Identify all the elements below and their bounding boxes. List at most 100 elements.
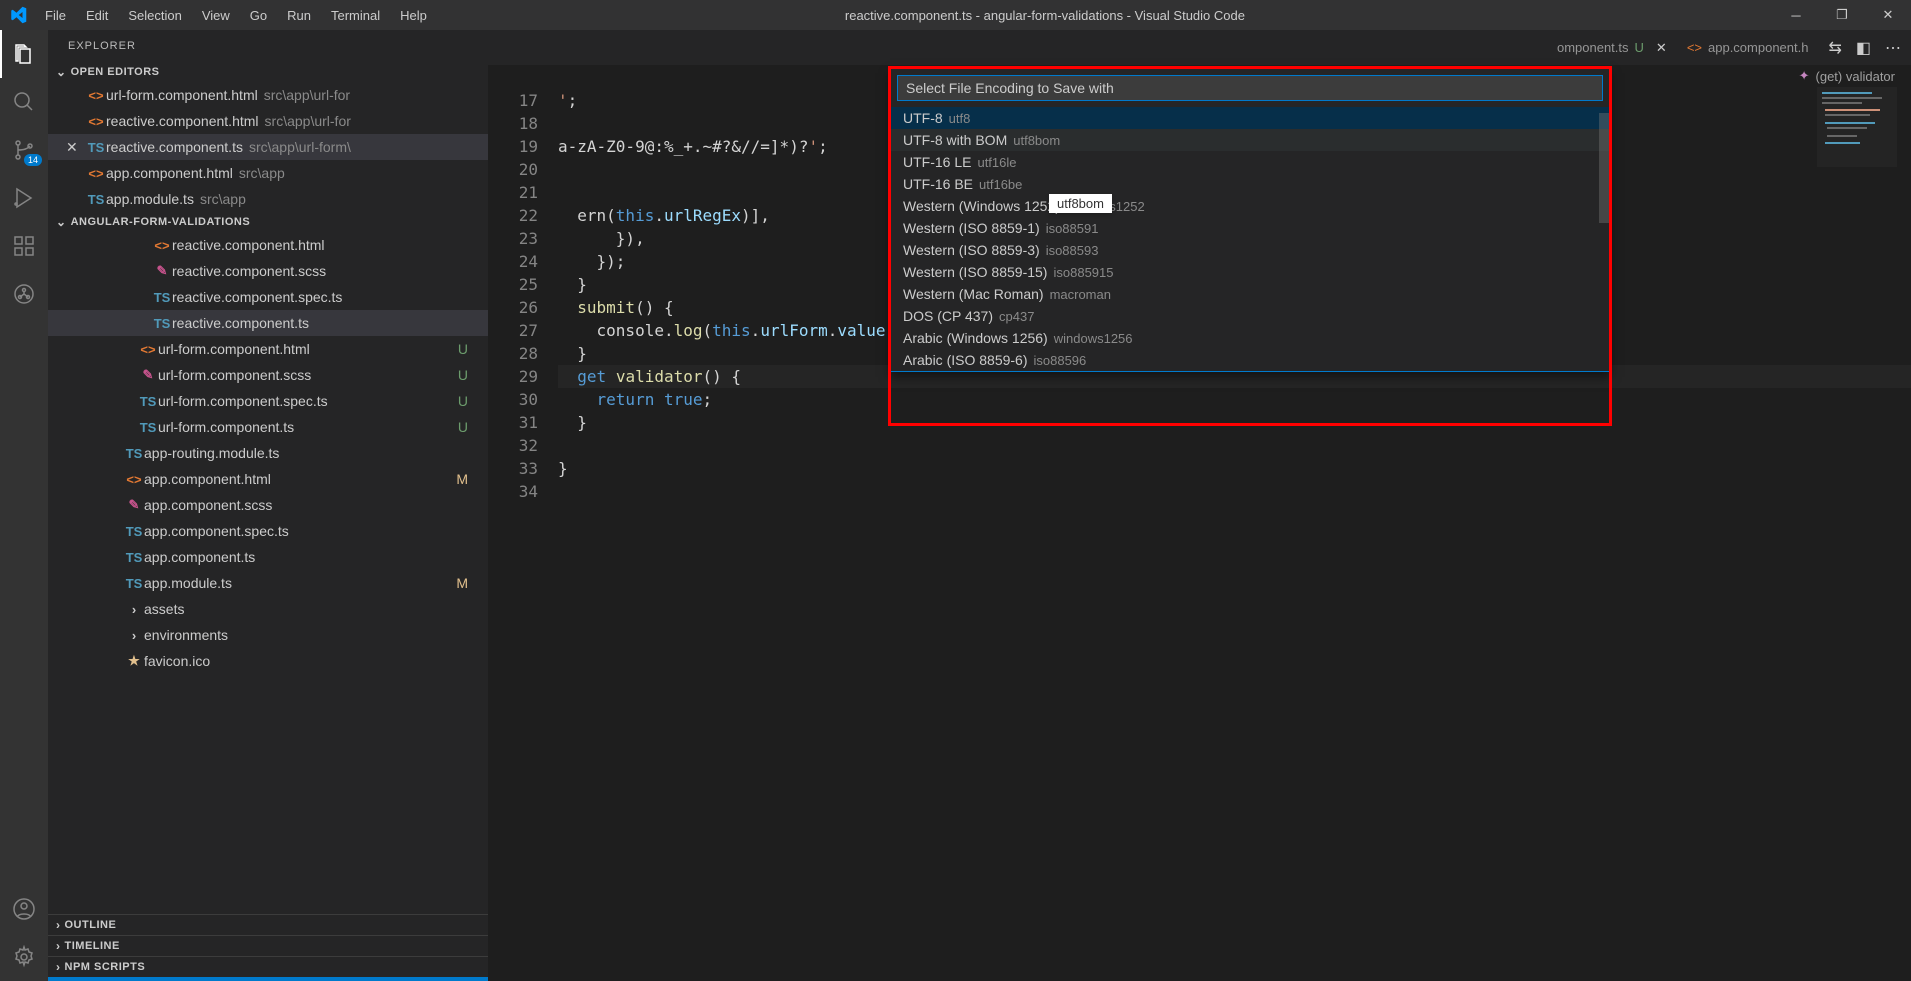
file-tree-item[interactable]: TSreactive.component.spec.ts bbox=[48, 284, 488, 310]
open-editor-item[interactable]: <>reactive.component.htmlsrc\app\url-for bbox=[48, 108, 488, 134]
settings-icon[interactable] bbox=[0, 933, 48, 981]
file-tree-item[interactable]: ✎app.component.scss bbox=[48, 492, 488, 518]
explorer-icon[interactable] bbox=[0, 30, 48, 78]
symbol-icon: ✦ bbox=[1799, 68, 1810, 84]
git-graph-icon[interactable] bbox=[0, 270, 48, 318]
file-tree-item[interactable]: TSurl-form.component.tsU bbox=[48, 414, 488, 440]
menu-view[interactable]: View bbox=[192, 0, 240, 30]
file-tree-item[interactable]: <>url-form.component.htmlU bbox=[48, 336, 488, 362]
file-name: url-form.component.html bbox=[106, 87, 258, 103]
menu-file[interactable]: File bbox=[35, 0, 76, 30]
close-icon[interactable]: ✕ bbox=[66, 139, 78, 156]
file-name: app.module.ts bbox=[144, 575, 232, 591]
code-line[interactable]: } bbox=[558, 411, 1911, 434]
menu-terminal[interactable]: Terminal bbox=[321, 0, 390, 30]
file-tree-item[interactable]: TSapp.component.ts bbox=[48, 544, 488, 570]
encoding-option[interactable]: UTF-16 BEutf16be bbox=[891, 173, 1609, 195]
code-line[interactable] bbox=[558, 480, 1911, 503]
menu-selection[interactable]: Selection bbox=[118, 0, 191, 30]
file-name: reactive.component.spec.ts bbox=[172, 289, 342, 305]
open-editor-item[interactable]: <>app.component.htmlsrc\app bbox=[48, 160, 488, 186]
code-line[interactable]: } bbox=[558, 457, 1911, 480]
close-icon[interactable]: ✕ bbox=[1656, 40, 1667, 56]
menu-help[interactable]: Help bbox=[390, 0, 437, 30]
open-editor-item[interactable]: <>url-form.component.htmlsrc\app\url-for bbox=[48, 82, 488, 108]
quick-pick-input[interactable]: Select File Encoding to Save with bbox=[897, 75, 1603, 101]
open-editor-item[interactable]: ✕TSreactive.component.tssrc\app\url-form… bbox=[48, 134, 488, 160]
encoding-option[interactable]: Western (ISO 8859-3)iso88593 bbox=[891, 239, 1609, 261]
code-line[interactable]: return true; bbox=[558, 388, 1911, 411]
encoding-label: DOS (CP 437) bbox=[903, 308, 993, 324]
file-tree-item[interactable]: <>app.component.htmlM bbox=[48, 466, 488, 492]
file-tree-item[interactable]: ✎url-form.component.scssU bbox=[48, 362, 488, 388]
encoding-label: UTF-8 bbox=[903, 110, 943, 126]
file-tree-item[interactable]: TSapp.module.tsM bbox=[48, 570, 488, 596]
file-tree-item[interactable]: TSurl-form.component.spec.tsU bbox=[48, 388, 488, 414]
minimize-icon[interactable]: ─ bbox=[1773, 0, 1819, 30]
encoding-option[interactable]: UTF-16 LEutf16le bbox=[891, 151, 1609, 173]
encoding-option[interactable]: Arabic (ISO 8859-6)iso88596 bbox=[891, 349, 1609, 371]
accounts-icon[interactable] bbox=[0, 885, 48, 933]
more-actions-icon[interactable]: ⋯ bbox=[1885, 38, 1901, 58]
project-header[interactable]: ⌄ ANGULAR-FORM-VALIDATIONS bbox=[48, 212, 488, 232]
file-icon: TS bbox=[86, 140, 106, 155]
encoding-desc: iso88593 bbox=[1046, 243, 1099, 258]
file-tree-item[interactable]: ✎reactive.component.scss bbox=[48, 258, 488, 284]
encoding-option[interactable]: UTF-8utf8 bbox=[891, 107, 1609, 129]
encoding-option[interactable]: Western (ISO 8859-15)iso885915 bbox=[891, 261, 1609, 283]
open-editors-header[interactable]: ⌄ OPEN EDITORS bbox=[48, 62, 488, 82]
source-control-icon[interactable]: 14 bbox=[0, 126, 48, 174]
npm-header[interactable]: › NPM SCRIPTS bbox=[48, 956, 488, 977]
encoding-label: Arabic (Windows 1256) bbox=[903, 330, 1048, 346]
file-name: app.component.scss bbox=[144, 497, 272, 513]
timeline-header[interactable]: › TIMELINE bbox=[48, 935, 488, 956]
file-icon: <> bbox=[86, 88, 106, 103]
file-name: app.component.spec.ts bbox=[144, 523, 289, 539]
encoding-option[interactable]: UTF-8 with BOMutf8bom bbox=[891, 129, 1609, 151]
menu-run[interactable]: Run bbox=[277, 0, 321, 30]
minimap[interactable] bbox=[1817, 87, 1897, 981]
outline-header[interactable]: › OUTLINE bbox=[48, 914, 488, 935]
file-icon: TS bbox=[124, 446, 144, 461]
encoding-option[interactable]: Western (ISO 8859-1)iso88591 bbox=[891, 217, 1609, 239]
file-tree-item[interactable]: TSapp.component.spec.ts bbox=[48, 518, 488, 544]
scrollbar[interactable] bbox=[1599, 113, 1609, 223]
npm-label: NPM SCRIPTS bbox=[65, 961, 146, 973]
file-icon: TS bbox=[86, 192, 106, 207]
encoding-option[interactable]: DOS (CP 437)cp437 bbox=[891, 305, 1609, 327]
tab-component-ts[interactable]: omponent.ts U ✕ bbox=[1547, 30, 1677, 65]
file-icon: <> bbox=[86, 114, 106, 129]
git-status: M bbox=[456, 471, 468, 487]
chevron-right-icon: › bbox=[56, 918, 61, 932]
extensions-icon[interactable] bbox=[0, 222, 48, 270]
open-editor-item[interactable]: TSapp.module.tssrc\app bbox=[48, 186, 488, 212]
compare-changes-icon[interactable]: ⇆ bbox=[1828, 38, 1841, 58]
sidebar-explorer: EXPLORER ⌄ OPEN EDITORS <>url-form.compo… bbox=[48, 30, 488, 981]
file-tree-item[interactable]: TSapp-routing.module.ts bbox=[48, 440, 488, 466]
file-tree-item[interactable]: <>reactive.component.html bbox=[48, 232, 488, 258]
search-icon[interactable] bbox=[0, 78, 48, 126]
run-debug-icon[interactable] bbox=[0, 174, 48, 222]
file-tree-item[interactable]: TSreactive.component.ts bbox=[48, 310, 488, 336]
encoding-option[interactable]: Arabic (Windows 1256)windows1256 bbox=[891, 327, 1609, 349]
html-icon: <> bbox=[1687, 40, 1702, 55]
file-icon: ✎ bbox=[152, 263, 172, 279]
file-name: url-form.component.html bbox=[158, 341, 310, 357]
file-tree-item[interactable]: ★favicon.ico bbox=[48, 648, 488, 674]
split-editor-icon[interactable]: ◧ bbox=[1856, 38, 1871, 58]
tab-app-component[interactable]: <> app.component.h bbox=[1677, 30, 1819, 65]
menu-edit[interactable]: Edit bbox=[76, 0, 118, 30]
file-icon: <> bbox=[152, 238, 172, 253]
file-icon: › bbox=[124, 628, 144, 643]
file-tree-item[interactable]: ›environments bbox=[48, 622, 488, 648]
sidebar-title: EXPLORER bbox=[48, 30, 488, 62]
maximize-icon[interactable]: ❐ bbox=[1819, 0, 1865, 30]
close-icon[interactable]: ✕ bbox=[1865, 0, 1911, 30]
file-tree-item[interactable]: ›assets bbox=[48, 596, 488, 622]
encoding-option[interactable]: Western (Mac Roman)macroman bbox=[891, 283, 1609, 305]
code-line[interactable] bbox=[558, 434, 1911, 457]
encoding-option[interactable]: Western (Windows 1252)windows1252 bbox=[891, 195, 1609, 217]
file-icon: TS bbox=[138, 394, 158, 409]
titlebar: File Edit Selection View Go Run Terminal… bbox=[0, 0, 1911, 30]
menu-go[interactable]: Go bbox=[240, 0, 277, 30]
